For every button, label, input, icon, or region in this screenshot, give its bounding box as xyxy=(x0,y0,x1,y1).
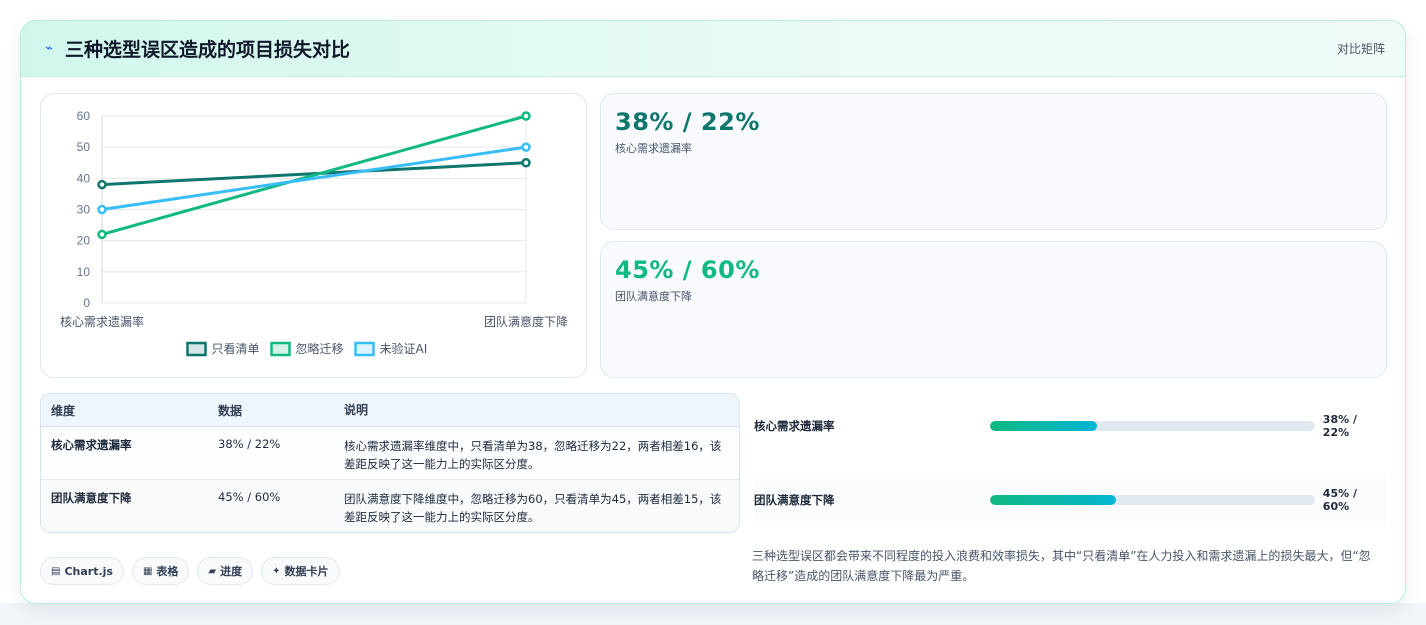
progress-track xyxy=(989,421,1315,431)
stat-value: 45% / 60% xyxy=(615,256,760,284)
tag-data-card[interactable]: ✦ 数据卡片 xyxy=(261,557,340,585)
cell-data: 38% / 22% xyxy=(218,437,281,451)
progress-value: 38% / 22% xyxy=(1322,413,1357,439)
tag-chartjs[interactable]: ▤ Chart.js xyxy=(40,557,124,585)
data-table: 维度 数据 说明 核心需求遗漏率 38% / 22% 核心需求遗漏率维度中，只看… xyxy=(40,393,740,533)
data-point xyxy=(521,111,531,121)
tag-label: 表格 xyxy=(156,565,179,578)
table-row: 团队满意度下降 45% / 60% 团队满意度下降维度中，忽略迁移为60，只看清… xyxy=(41,480,739,532)
tag-progress[interactable]: ▰ 进度 xyxy=(197,557,254,585)
progress-label: 核心需求遗漏率 xyxy=(754,419,835,433)
cell-dimension: 核心需求遗漏率 xyxy=(51,438,132,452)
progress-track xyxy=(989,495,1315,505)
series-line xyxy=(101,114,527,236)
tag-label: Chart.js xyxy=(64,564,113,578)
stat-label: 团队满意度下降 xyxy=(615,290,692,303)
legend-label: 未验证AI xyxy=(380,341,428,356)
progress-label: 团队满意度下降 xyxy=(754,493,835,507)
table-row: 核心需求遗漏率 38% / 22% 核心需求遗漏率维度中，只看清单为38，忽略迁… xyxy=(41,427,739,480)
y-tick-label: 0 xyxy=(83,296,90,310)
legend-swatch xyxy=(354,341,375,357)
progress-fill xyxy=(989,421,1097,431)
progress-icon: ▰ xyxy=(208,565,217,577)
header-tag: 对比矩阵 xyxy=(1336,42,1385,56)
table-header-row: 维度 数据 说明 xyxy=(41,394,739,427)
summary-text: 三种选型误区都会带来不同程度的投入浪费和效率损失，其中“只看清单”在人力投入和需… xyxy=(752,549,1371,583)
stat-value: 38% / 22% xyxy=(615,108,760,136)
cell-dimension: 团队满意度下降 xyxy=(51,491,132,505)
legend-label: 只看清单 xyxy=(212,342,260,356)
data-point xyxy=(521,158,531,168)
title-wrap: ⌁ 三种选型误区造成的项目损失对比 xyxy=(43,35,350,62)
progress-row-2: 团队满意度下降 45% / 60% xyxy=(754,474,1387,526)
progress-value: 45% / 60% xyxy=(1322,487,1357,513)
tag-label: 进度 xyxy=(220,565,243,578)
tag-table[interactable]: ▦ 表格 xyxy=(131,557,190,585)
progress-row-1: 核心需求遗漏率 38% / 22% xyxy=(754,400,1387,452)
stat-card-2: 45% / 60% 团队满意度下降 xyxy=(600,241,1387,378)
data-point xyxy=(521,142,531,152)
series-line xyxy=(101,161,527,187)
y-tick-label: 50 xyxy=(77,140,91,154)
column-header-note: 说明 xyxy=(344,403,369,417)
comparison-card: ⌁ 三种选型误区造成的项目损失对比 对比矩阵 0 10 20 30 40 50 60 核心需求… xyxy=(20,20,1406,604)
tag-label: 数据卡片 xyxy=(284,565,329,578)
chart-icon: ▤ xyxy=(51,565,61,577)
cell-note: 团队满意度下降维度中，忽略迁移为60，只看清单为45，两者相差15，该差距反映了… xyxy=(344,492,722,524)
legend-label: 忽略迁移 xyxy=(296,341,344,356)
column-header-dimension: 维度 xyxy=(51,403,76,418)
stat-label: 核心需求遗漏率 xyxy=(615,142,692,155)
y-tick-label: 30 xyxy=(77,203,91,217)
x-tick-label: 核心需求遗漏率 xyxy=(60,314,144,329)
y-tick-label: 10 xyxy=(77,265,91,279)
legend-swatch xyxy=(270,341,291,357)
cell-note: 核心需求遗漏率维度中，只看清单为38，忽略迁移为22，两者相差16，该差距反映了… xyxy=(344,439,722,471)
line-chart: 0 10 20 30 40 50 60 核心需求遗漏率 团队满意度下降只看清单 忽略迁移 未验证AI xyxy=(60,109,568,357)
progress-fill xyxy=(989,495,1117,505)
legend-swatch xyxy=(186,341,207,357)
data-point xyxy=(97,229,107,240)
data-point xyxy=(97,204,107,215)
cell-data: 45% / 60% xyxy=(218,490,281,504)
page-background-strip xyxy=(0,603,1426,625)
data-point xyxy=(97,179,107,190)
sparkle-icon: ✦ xyxy=(272,565,281,577)
table-icon: ▦ xyxy=(142,565,153,577)
lightning-icon: ⌁ xyxy=(45,41,53,56)
y-tick-label: 40 xyxy=(77,171,91,185)
line-chart-panel: 0 10 20 30 40 50 60 核心需求遗漏率 团队满意度下降只看清单 忽略迁移 未验证AI xyxy=(40,93,587,378)
x-tick-label: 团队满意度下降 xyxy=(484,314,568,329)
y-tick-label: 20 xyxy=(77,234,91,248)
card-title: 三种选型误区造成的项目损失对比 xyxy=(65,39,351,61)
column-header-data: 数据 xyxy=(218,403,243,418)
y-tick-label: 60 xyxy=(77,109,91,123)
card-header: ⌁ 三种选型误区造成的项目损失对比 对比矩阵 xyxy=(21,21,1405,77)
tag-list: ▤ Chart.js ▦ 表格 ▰ 进度 ✦ 数据卡片 xyxy=(40,557,340,585)
stat-card-1: 38% / 22% 核心需求遗漏率 xyxy=(600,93,1387,230)
